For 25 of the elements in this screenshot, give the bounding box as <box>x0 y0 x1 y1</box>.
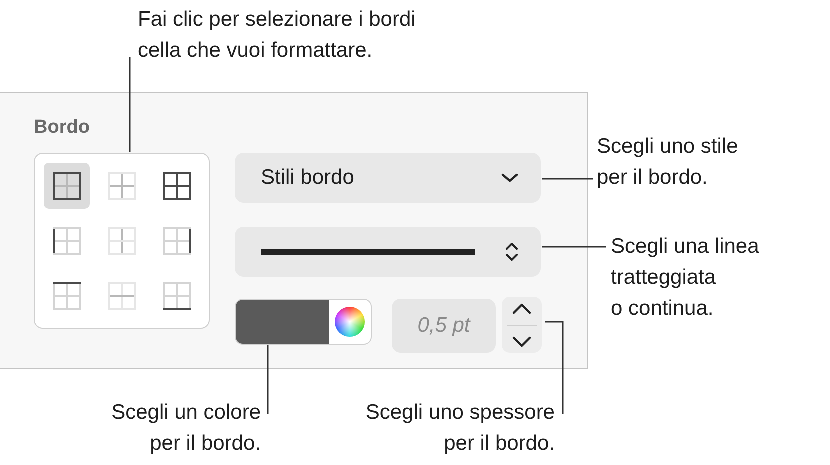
callout-text: Fai clic per selezionare i bordi cella che vuoi formattare. <box>138 7 416 64</box>
border-button[interactable] <box>44 163 90 209</box>
line-style-dropdown[interactable] <box>235 227 541 277</box>
border-icon <box>52 171 82 201</box>
width-stepper[interactable] <box>502 297 542 353</box>
border-icon <box>162 226 192 256</box>
chevron-down-icon <box>501 172 519 184</box>
callout-text: Scegli uno spessore per il bordo. <box>366 400 555 457</box>
border-icon <box>162 171 192 201</box>
border-icon <box>107 226 137 256</box>
color-well[interactable] <box>235 299 372 345</box>
border-icon <box>107 171 137 201</box>
border-icon <box>52 281 82 311</box>
stepper-up-icon[interactable] <box>511 302 533 316</box>
border-icon <box>162 281 192 311</box>
callout-text: Scegli uno stile per il bordo. <box>597 134 738 191</box>
color-wheel-icon <box>335 307 365 337</box>
stepper-down-icon[interactable] <box>511 334 533 348</box>
callout-text: Scegli una linea tratteggiata o continua. <box>611 234 760 322</box>
callout-text: Scegli un colore per il bordo. <box>112 400 261 457</box>
border-icon <box>52 226 82 256</box>
section-title: Bordo <box>34 117 90 139</box>
up-down-chevron-icon <box>505 241 519 263</box>
border-style-dropdown[interactable]: Stili bordo <box>235 153 541 203</box>
border-icon <box>107 281 137 311</box>
